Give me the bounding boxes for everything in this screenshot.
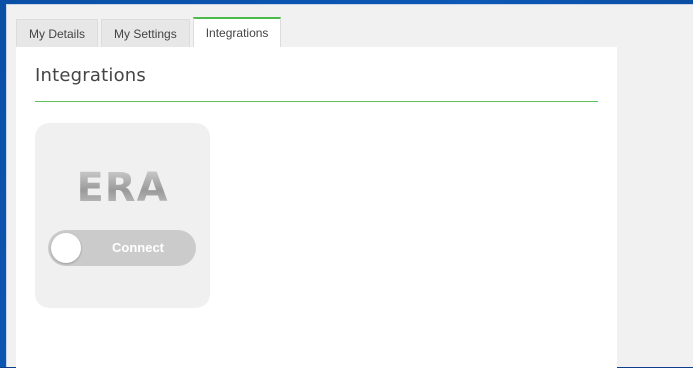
tab-label: My Details [29, 26, 86, 41]
tab-bar: My Details My Settings Integrations [16, 17, 284, 47]
desktop-background: My Details My Settings Integrations Inte… [0, 0, 693, 368]
panel-title: Integrations [35, 65, 146, 86]
toggle-knob [51, 233, 81, 263]
connect-toggle[interactable]: Connect [48, 230, 196, 266]
toggle-label: Connect [112, 240, 164, 255]
tab-my-details[interactable]: My Details [16, 19, 99, 47]
tab-my-settings[interactable]: My Settings [101, 19, 190, 47]
integration-card-era: ERA Connect [35, 123, 210, 308]
era-logo: ERA [35, 165, 210, 211]
tab-label: My Settings [114, 26, 177, 41]
tab-integrations[interactable]: Integrations [192, 17, 282, 47]
title-divider [35, 101, 598, 102]
integrations-panel: Integrations ERA Connect [16, 47, 617, 368]
tab-label: Integrations [205, 26, 269, 40]
app-window: My Details My Settings Integrations Inte… [6, 4, 693, 368]
